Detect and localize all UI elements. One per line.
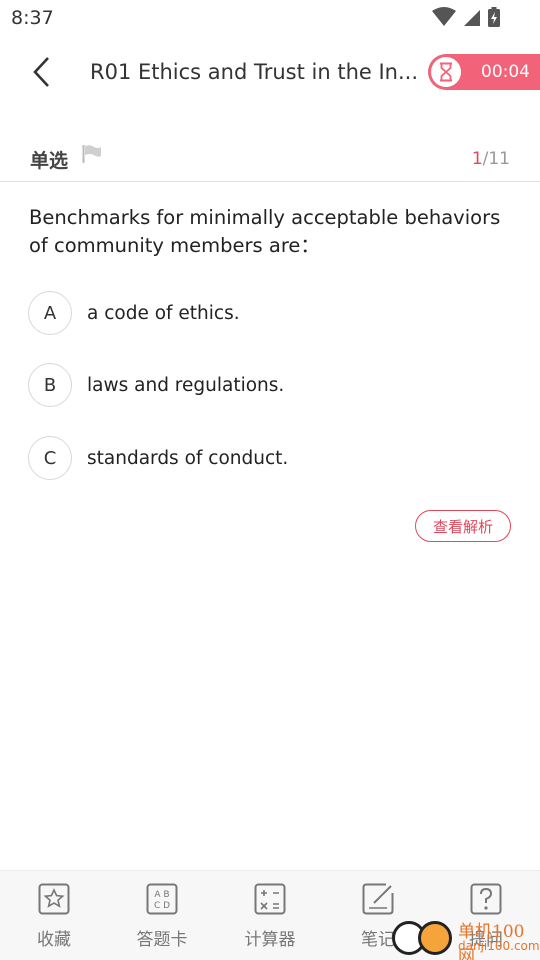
option-text: standards of conduct. <box>87 447 289 469</box>
timer-text: 00:04 <box>481 62 530 82</box>
wifi-icon <box>432 7 456 26</box>
question-text: Benchmarks for minimally acceptable beha… <box>29 206 501 257</box>
tab-favorite[interactable]: 收藏 <box>0 871 108 960</box>
tab-label: 答题卡 <box>136 930 188 950</box>
question-meta: 单选 1/11 <box>0 140 540 182</box>
svg-text:A B: A B <box>154 890 169 900</box>
question-current: 1 <box>471 149 483 169</box>
page-title: R01 Ethics and Trust in the In... <box>90 60 419 84</box>
option-a[interactable]: A a code of ethics. <box>28 290 508 336</box>
battery-icon <box>488 7 500 27</box>
option-c[interactable]: C standards of conduct. <box>28 435 508 481</box>
question-total: /11 <box>482 149 510 169</box>
calculator-icon <box>254 883 286 915</box>
star-icon <box>38 883 70 915</box>
option-letter: A <box>28 291 72 335</box>
status-bar: 8:37 <box>0 0 540 36</box>
watermark-logo-icon <box>418 921 452 955</box>
svg-text:C D: C D <box>154 901 170 911</box>
question-icon <box>470 883 502 915</box>
tab-label: 收藏 <box>37 930 71 950</box>
signal-icon <box>464 10 480 26</box>
timer-badge[interactable]: 00:04 <box>428 54 540 90</box>
tab-calculator[interactable]: 计算器 <box>216 871 324 960</box>
option-letter: C <box>28 436 72 480</box>
tab-answer-card[interactable]: A B C D 答题卡 <box>108 871 216 960</box>
option-text: laws and regulations. <box>87 374 285 396</box>
tab-label: 笔记 <box>361 930 395 950</box>
option-letter: B <box>28 363 72 407</box>
status-icons <box>432 7 500 27</box>
back-arrow-icon <box>33 57 49 87</box>
status-time: 8:37 <box>11 7 54 29</box>
question-type: 单选 <box>30 150 69 172</box>
option-text: a code of ethics. <box>87 302 240 324</box>
question-progress: 1/11 <box>472 149 510 169</box>
flag-icon[interactable] <box>82 145 102 167</box>
tab-label: 计算器 <box>244 930 296 950</box>
header: R01 Ethics and Trust in the In... 00:04 <box>0 40 540 106</box>
watermark-url: danji100.com <box>458 939 540 953</box>
view-analysis-button[interactable]: 查看解析 <box>415 510 511 542</box>
option-b[interactable]: B laws and regulations. <box>28 362 508 408</box>
hourglass-icon <box>431 57 461 87</box>
back-button[interactable] <box>22 52 62 92</box>
watermark: 单机100网 danji100.com <box>392 915 540 960</box>
answer-card-icon: A B C D <box>146 883 178 915</box>
note-icon <box>362 883 394 915</box>
